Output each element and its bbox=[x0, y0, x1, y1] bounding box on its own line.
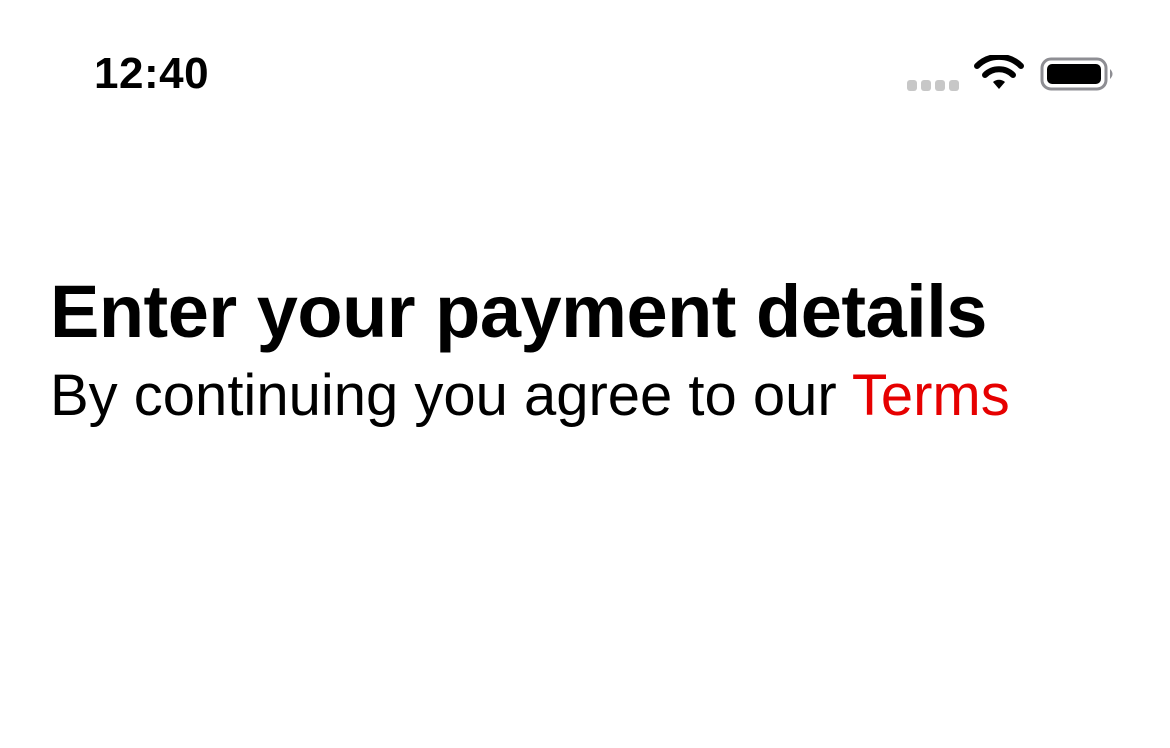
terms-agreement-prefix: By continuing you agree to our bbox=[50, 363, 837, 428]
cellular-signal-icon bbox=[907, 80, 959, 91]
signal-bar bbox=[907, 80, 917, 91]
page-title: Enter your payment details bbox=[50, 270, 987, 353]
terms-agreement-text: By continuing you agree to our Terms bbox=[50, 364, 1130, 428]
signal-bar bbox=[921, 80, 931, 91]
wifi-icon bbox=[974, 55, 1024, 89]
payment-details-content: Enter your payment details By continuing… bbox=[50, 270, 1130, 428]
signal-bar bbox=[935, 80, 945, 91]
signal-bar bbox=[949, 80, 959, 91]
terms-link[interactable]: Terms bbox=[852, 363, 1010, 428]
status-time: 12:40 bbox=[94, 49, 210, 98]
status-bar: 12:40 bbox=[0, 0, 1170, 150]
battery-icon bbox=[1040, 57, 1113, 91]
